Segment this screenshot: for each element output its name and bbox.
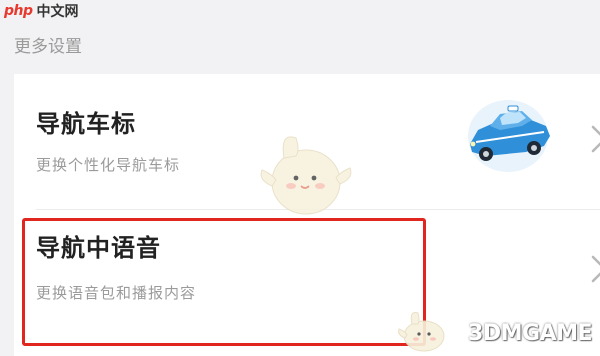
setting-item-title: 导航车标 [36, 110, 136, 138]
chevron-right-icon [591, 255, 600, 283]
watermark-mascot-small [398, 312, 445, 352]
highlight-box [22, 218, 426, 346]
watermark-3dmgame: 3DMGAME [468, 321, 592, 346]
settings-page: php 中文网 更多设置 导航车标 更换个性化导航车标 导航中语音 更换语音包和… [0, 0, 600, 356]
watermark-logo: php [4, 3, 33, 19]
chevron-right-icon [591, 125, 600, 153]
section-header: 更多设置 [14, 36, 82, 57]
setting-item-subtitle: 更换个性化导航车标 [36, 156, 181, 174]
watermark-mascot [260, 136, 352, 215]
watermark-site-name: 中文网 [36, 4, 79, 20]
car-icon [468, 100, 550, 172]
site-watermark: php 中文网 [0, 0, 83, 22]
